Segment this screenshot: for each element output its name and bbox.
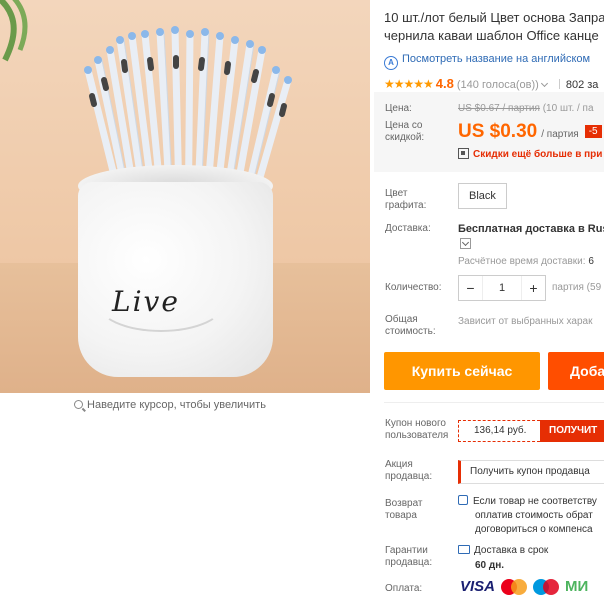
guarantee-text: Доставка в срок bbox=[474, 545, 549, 556]
guarantee-days: 60 дн. bbox=[475, 560, 505, 571]
maestro-logo bbox=[533, 578, 560, 595]
visa-logo: VISA bbox=[460, 578, 496, 596]
app-promo-text: Скидки ещё больше в при bbox=[473, 149, 603, 160]
product-title-line2: чернила каваи шаблон Office канце bbox=[384, 28, 599, 43]
product-title: 10 шт./лот белый Цвет основа Запра черни… bbox=[384, 9, 604, 45]
mir-logo: МИ bbox=[565, 578, 589, 596]
translate-link[interactable]: A Посмотреть название на английском bbox=[384, 53, 604, 70]
divider bbox=[384, 402, 604, 403]
rating-row[interactable]: ★★★★★ 4.8 (140 голоса(ов)) 802 за bbox=[384, 76, 604, 91]
product-info: 10 шт./лот белый Цвет основа Запра черни… bbox=[384, 0, 604, 91]
quantity-note: партия (59 bbox=[552, 282, 602, 293]
color-label: Цвет графита: bbox=[385, 188, 427, 211]
translate-label: Посмотреть название на английском bbox=[402, 53, 591, 65]
return-line2: оплатив стоимость обрат bbox=[475, 510, 593, 521]
product-title-line1: 10 шт./лот белый Цвет основа Запра bbox=[384, 10, 604, 25]
app-promo[interactable]: Скидки ещё больше в при bbox=[458, 148, 602, 160]
old-price: US $0.67 / партия (10 шт. / па bbox=[458, 103, 594, 114]
total-note: Зависит от выбранных харак bbox=[458, 316, 593, 327]
quantity-plus-button[interactable]: + bbox=[521, 276, 545, 300]
delivery-time-value: 6 bbox=[588, 256, 594, 267]
delivery-dropdown-icon[interactable] bbox=[460, 238, 471, 249]
payment-methods: VISA МИ bbox=[460, 578, 588, 596]
guarantee-info: Доставка в срок 60 дн. bbox=[458, 543, 548, 573]
seller-coupon-button[interactable]: Получить купон продавца bbox=[458, 460, 604, 484]
return-line1: Если товар не соответству bbox=[473, 496, 597, 507]
zoom-hint: Наведите курсор, чтобы увеличить bbox=[0, 399, 340, 411]
payment-label: Оплата: bbox=[385, 583, 423, 594]
zoom-hint-text: Наведите курсор, чтобы увеличить bbox=[87, 399, 266, 411]
buy-now-button[interactable]: Купить сейчас bbox=[384, 352, 540, 390]
star-icon: ★★★★★ bbox=[384, 77, 434, 91]
qr-icon bbox=[458, 148, 469, 159]
old-price-note: (10 шт. / па bbox=[542, 103, 594, 114]
return-label: Возврат товара bbox=[385, 498, 423, 521]
price-label: Цена: bbox=[385, 103, 412, 114]
translate-icon: A bbox=[384, 56, 398, 70]
truck-icon bbox=[458, 545, 470, 554]
orders-count: 802 за bbox=[565, 79, 599, 91]
discount-price: US $0.30/ партия -5 bbox=[458, 121, 602, 143]
quantity-minus-button[interactable]: − bbox=[459, 276, 483, 300]
get-coupon-button[interactable]: ПОЛУЧИТ bbox=[540, 420, 604, 442]
quantity-label: Количество: bbox=[385, 282, 442, 293]
delivery-time-label: Расчётное время доставки: bbox=[458, 256, 586, 267]
return-icon bbox=[458, 495, 468, 505]
guarantee-label: Гарантии продавца: bbox=[385, 545, 433, 568]
quantity-stepper: − 1 + bbox=[458, 275, 546, 301]
add-to-cart-button[interactable]: Доба bbox=[548, 352, 604, 390]
discount-badge: -5 bbox=[584, 125, 602, 138]
delivery-value: Бесплатная доставка в Russ bbox=[458, 223, 604, 235]
product-image[interactable]: Live bbox=[0, 0, 370, 393]
cup-lettering: Live bbox=[112, 285, 180, 318]
coupon-value: 136,14 руб. bbox=[458, 420, 540, 442]
magnifier-icon bbox=[74, 400, 84, 409]
rating-value: 4.8 bbox=[435, 76, 454, 91]
return-policy: Если товар не соответству оплатив стоимо… bbox=[458, 495, 597, 537]
price-unit: / партия bbox=[541, 129, 579, 140]
quantity-input[interactable]: 1 bbox=[483, 276, 521, 300]
coupon-label: Купон нового пользователя bbox=[385, 418, 449, 441]
discount-price-label: Цена со скидкой: bbox=[385, 120, 425, 143]
total-label: Общая стоимость: bbox=[385, 314, 436, 337]
mastercard-logo bbox=[501, 578, 528, 595]
divider bbox=[558, 79, 560, 89]
delivery-label: Доставка: bbox=[385, 223, 431, 234]
return-line3: договориться о компенса bbox=[475, 524, 593, 535]
votes-count: (140 голоса(ов)) bbox=[456, 79, 539, 91]
discount-price-value: US $0.30 bbox=[458, 121, 538, 142]
seller-promo-label: Акция продавца: bbox=[385, 459, 433, 482]
color-option-black[interactable]: Black bbox=[458, 183, 507, 209]
old-price-value: US $0.67 / партия bbox=[458, 103, 540, 114]
chevron-down-icon[interactable] bbox=[540, 79, 548, 88]
delivery-time: Расчётное время доставки: 6 bbox=[458, 256, 594, 267]
